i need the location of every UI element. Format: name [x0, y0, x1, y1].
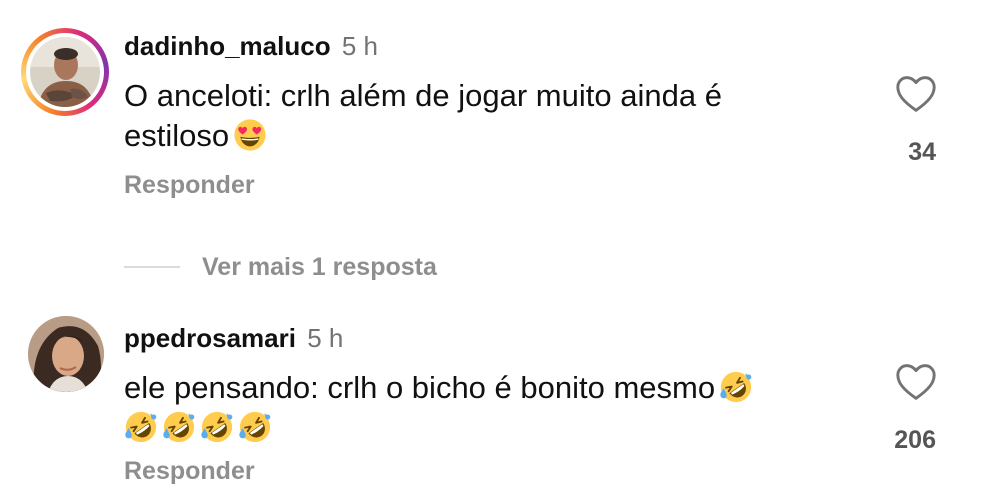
timestamp: 5 h	[341, 31, 378, 61]
profile-photo	[30, 37, 100, 107]
reply-button[interactable]: Responder	[124, 170, 255, 200]
heart-outline-icon[interactable]	[894, 74, 938, 114]
comment-header: dadinho_maluco 5 h	[124, 30, 378, 62]
person-photo-icon	[30, 37, 100, 107]
comment-header: ppedrosamari 5 h	[124, 322, 343, 354]
avatar[interactable]	[28, 316, 104, 392]
person-photo-icon	[28, 316, 104, 392]
comment-text: O anceloti: crlh além de jogar muito ain…	[124, 76, 824, 156]
rofl-emoji	[200, 410, 234, 444]
like-count: 34	[908, 138, 936, 166]
username-link[interactable]: dadinho_maluco	[124, 31, 331, 61]
timestamp: 5 h	[307, 323, 344, 353]
comment-body: ele pensando: crlh o bicho é bonito mesm…	[124, 370, 716, 405]
heart-eyes-emoji	[233, 118, 267, 152]
comment-body: O anceloti: crlh além de jogar muito ain…	[124, 78, 722, 153]
like-count: 206	[894, 426, 936, 454]
comment-text: ele pensando: crlh o bicho é bonito mesm…	[124, 368, 824, 448]
avatar[interactable]	[21, 28, 109, 116]
rofl-emoji	[238, 410, 272, 444]
reply-button[interactable]: Responder	[124, 456, 255, 486]
rofl-emoji	[124, 410, 158, 444]
view-replies-label: Ver mais 1 resposta	[202, 252, 437, 281]
view-replies-button[interactable]: Ver mais 1 resposta	[124, 250, 437, 284]
username-link[interactable]: ppedrosamari	[124, 323, 296, 353]
heart-outline-icon[interactable]	[894, 362, 938, 402]
rofl-emoji	[719, 370, 753, 404]
rofl-emoji	[162, 410, 196, 444]
replies-divider	[124, 266, 180, 268]
